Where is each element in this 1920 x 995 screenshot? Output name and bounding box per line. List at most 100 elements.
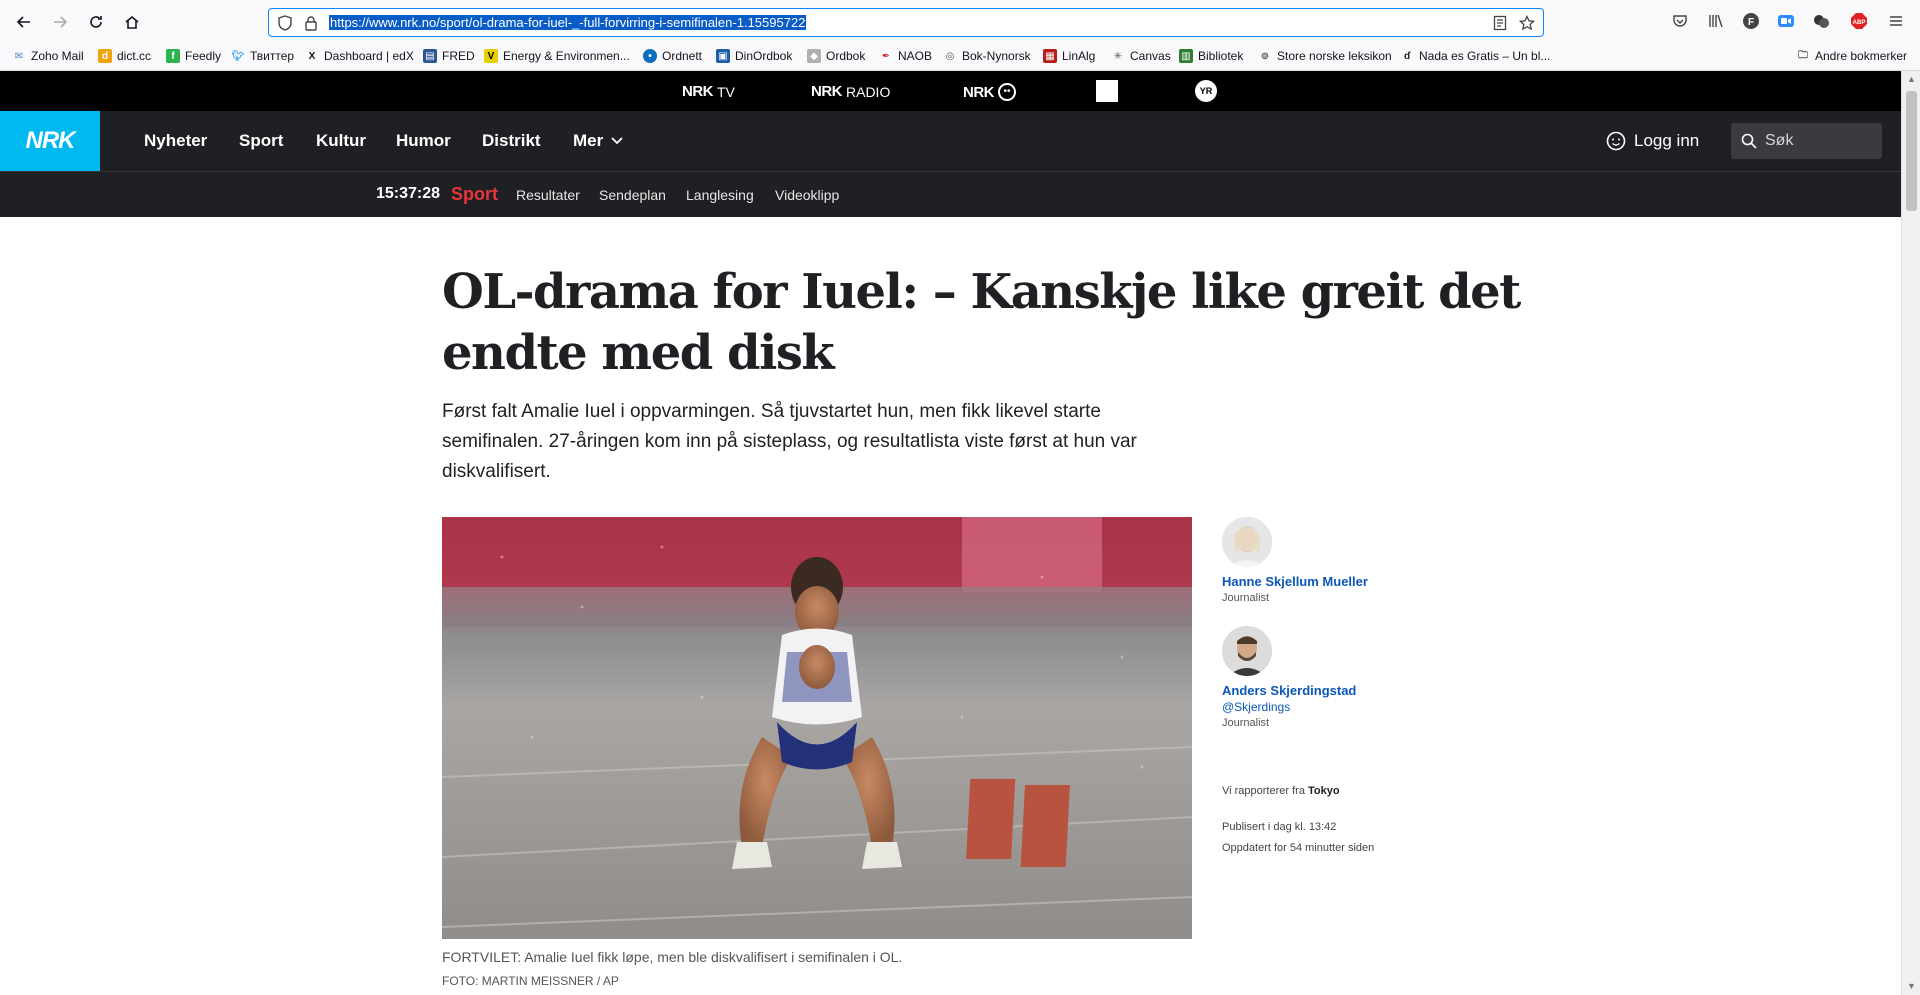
author-card: Hanne Skjellum Mueller Journalist: [1222, 517, 1368, 604]
author-twitter-handle[interactable]: @Skjerdings: [1222, 700, 1356, 714]
author-role: Journalist: [1222, 717, 1270, 729]
author-name[interactable]: Hanne Skjellum Mueller: [1222, 574, 1368, 589]
bookmark-feedly[interactable]: f Feedly: [166, 49, 221, 63]
sub-link-videoklipp[interactable]: Videoklipp: [775, 187, 839, 203]
reporting-location: Vi rapporterer fra Tokyo: [1222, 785, 1340, 797]
energy-icon: V: [484, 49, 498, 63]
dictcc-icon: d: [98, 49, 112, 63]
nrk-super-link[interactable]: NRK ••: [963, 83, 1016, 101]
avatar[interactable]: [1222, 626, 1272, 676]
dinordbok-icon: ▣: [716, 49, 730, 63]
url-bar[interactable]: https://www.nrk.no/sport/ol-drama-for-iu…: [268, 8, 1544, 37]
profile-f-icon[interactable]: F: [1740, 10, 1762, 32]
sub-link-langlesing[interactable]: Langlesing: [686, 187, 754, 203]
nrk-p3-link[interactable]: [1096, 80, 1118, 102]
search-input[interactable]: [1765, 132, 1875, 150]
sport-subheader: 15:37:28 Sport Resultater Sendeplan Lang…: [0, 171, 1901, 217]
nav-kultur[interactable]: Kultur: [316, 131, 366, 151]
menu-icon[interactable]: [1885, 10, 1907, 32]
fred-icon: ▤: [423, 49, 437, 63]
nav-nyheter[interactable]: Nyheter: [144, 131, 207, 151]
bookmark-dictcc[interactable]: d dict.cc: [98, 49, 151, 63]
canvas-icon: ✳: [1113, 50, 1123, 62]
bookmark-linalg[interactable]: ▦ LinAlg: [1043, 49, 1095, 63]
clock: 15:37:28: [376, 185, 441, 202]
back-icon[interactable]: [12, 10, 36, 34]
browser-toolbar: https://www.nrk.no/sport/ol-drama-for-iu…: [0, 0, 1920, 44]
login-button[interactable]: Logg inn: [1606, 131, 1699, 151]
nrk-radio-link[interactable]: NRK RADIO: [811, 83, 890, 100]
author-role: Journalist: [1222, 592, 1270, 604]
home-icon[interactable]: [120, 10, 144, 34]
author-name[interactable]: Anders Skjerdingstad: [1222, 683, 1356, 698]
bookmark-fred[interactable]: ▤ FRED: [423, 49, 475, 63]
bookmark-ordbok[interactable]: ◆ Ordbok: [807, 49, 865, 63]
nada-icon: ɗ: [1403, 50, 1411, 62]
scroll-up-icon[interactable]: ▲: [1906, 74, 1917, 85]
nav-mer[interactable]: Mer: [573, 131, 623, 151]
bookmark-ordnett[interactable]: • Ordnett: [643, 49, 702, 63]
bookmark-edx[interactable]: X Dashboard | edX: [305, 49, 414, 63]
edx-icon: X: [308, 50, 316, 62]
search-box[interactable]: [1731, 123, 1882, 159]
author-card: Anders Skjerdingstad @Skjerdings Journal…: [1222, 626, 1356, 729]
nrk-tv-link[interactable]: NRK TV: [682, 83, 735, 100]
nav-sport[interactable]: Sport: [239, 131, 283, 151]
pocket-icon[interactable]: [1669, 10, 1691, 32]
zoom-icon[interactable]: [1775, 10, 1797, 32]
twitter-icon: 🐦︎: [231, 50, 245, 62]
adblock-icon[interactable]: ABP: [1848, 10, 1870, 32]
bookmark-dinordbok[interactable]: ▣ DinOrdbok: [716, 49, 792, 63]
bookmark-energy[interactable]: V Energy & Environmen...: [484, 49, 630, 63]
bookmark-snl[interactable]: ⊚ Store norske leksikon: [1258, 49, 1392, 63]
nrk-main-header: NRK Nyheter Sport Kultur Humor Distrikt …: [0, 111, 1901, 171]
globe-icon: ◎: [945, 50, 955, 62]
snl-icon: ⊚: [1260, 50, 1270, 62]
feedly-icon: f: [166, 49, 180, 63]
bookmark-twitter[interactable]: 🐦︎ Твиттер: [231, 49, 294, 63]
bookmark-nada[interactable]: ɗ Nada es Gratis – Un bl...: [1400, 49, 1550, 63]
nav-humor[interactable]: Humor: [396, 131, 451, 151]
library-icon[interactable]: [1705, 10, 1727, 32]
nav-distrikt[interactable]: Distrikt: [482, 131, 541, 151]
article-lead: Først falt Amalie Iuel i oppvarmingen. S…: [442, 401, 1137, 482]
nrk-wordmark: NRK: [811, 83, 843, 100]
nrk-services-strip: NRK TV NRK RADIO NRK •• YR: [0, 71, 1901, 111]
scroll-down-icon[interactable]: ▼: [1906, 981, 1917, 992]
zoho-icon: ✉: [14, 50, 24, 62]
bookmarks-bar: ✉ Zoho Mail d dict.cc f Feedly 🐦︎ Твиттер XD…: [0, 44, 1920, 71]
lock-icon[interactable]: [303, 15, 319, 31]
naob-icon: ✒: [881, 50, 891, 62]
yr-link[interactable]: YR: [1195, 80, 1217, 102]
linalg-icon: ▦: [1043, 49, 1057, 63]
ordnett-icon: •: [643, 49, 657, 63]
sub-link-sendeplan[interactable]: Sendeplan: [599, 187, 666, 203]
search-icon: [1741, 133, 1757, 149]
photo-caption: FORTVILET: Amalie Iuel fikk løpe, men bl…: [442, 949, 903, 965]
article-photo[interactable]: [442, 517, 1192, 939]
page-scrollbar[interactable]: ▲ ▼: [1901, 71, 1920, 995]
shield-icon[interactable]: [277, 15, 293, 31]
bibliotek-icon: ▥: [1179, 49, 1193, 63]
bookmark-canvas[interactable]: ✳ Canvas: [1111, 49, 1171, 63]
bookmark-zoho-mail[interactable]: ✉ Zoho Mail: [12, 49, 84, 63]
nrk-wordmark: NRK: [963, 83, 995, 101]
star-icon[interactable]: [1519, 15, 1535, 31]
athlete-photo-image: [442, 517, 1192, 939]
bookmark-other-folder[interactable]: 🗀︎ Andre bokmerker: [1796, 49, 1907, 63]
updated-time: Oppdatert for 54 minutter siden: [1222, 842, 1375, 854]
sub-link-resultater[interactable]: Resultater: [516, 187, 580, 203]
bookmark-bok-nynorsk[interactable]: ◎ Bok-Nynorsk: [943, 49, 1031, 63]
extension-icon[interactable]: [1810, 10, 1832, 32]
reader-view-icon[interactable]: [1492, 15, 1508, 31]
avatar[interactable]: [1222, 517, 1272, 567]
reload-icon[interactable]: [84, 10, 108, 34]
bookmark-bibliotek[interactable]: ▥ Bibliotek: [1179, 49, 1243, 63]
section-title-sport[interactable]: Sport: [451, 184, 498, 205]
nrk-logo[interactable]: NRK: [0, 111, 100, 171]
url-text[interactable]: https://www.nrk.no/sport/ol-drama-for-iu…: [329, 15, 807, 30]
svg-text:F: F: [1748, 17, 1754, 28]
scroll-thumb[interactable]: [1906, 91, 1917, 211]
forward-icon[interactable]: [48, 10, 72, 34]
bookmark-naob[interactable]: ✒ NAOB: [879, 49, 932, 63]
